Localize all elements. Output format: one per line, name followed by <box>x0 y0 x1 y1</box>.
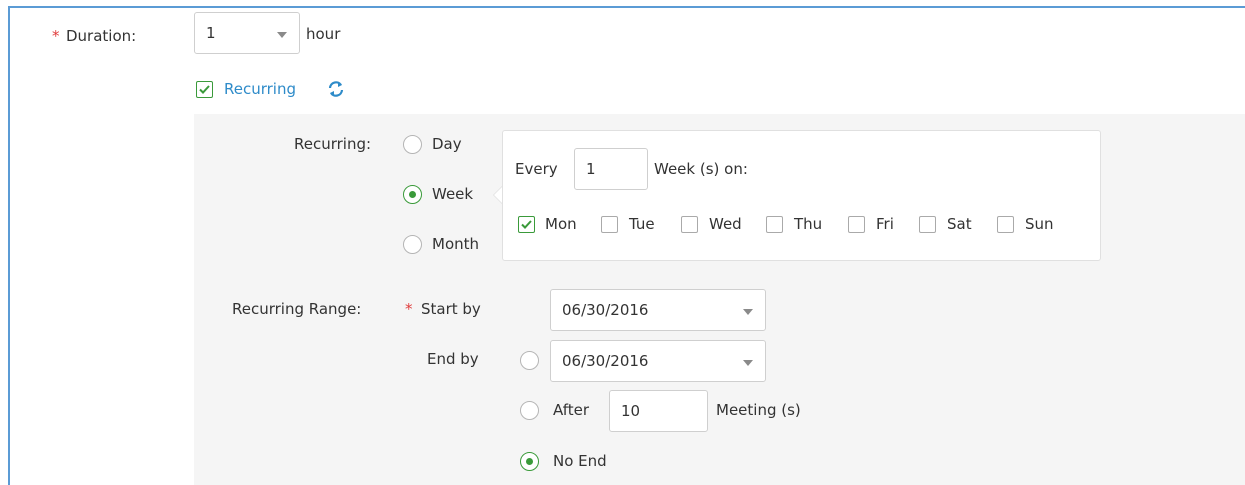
day-checkbox-fri[interactable]: Fri <box>848 214 913 236</box>
chevron-down-icon <box>743 309 753 315</box>
day-label-thu: Thu <box>794 215 823 233</box>
duration-unit: hour <box>306 25 341 43</box>
every-value: 1 <box>586 160 596 178</box>
no-end-label: No End <box>553 452 607 470</box>
radio-end-by[interactable] <box>520 351 539 370</box>
end-by-label: End by <box>427 350 479 368</box>
required-mark: * <box>52 27 60 45</box>
recurring-range-label: Recurring Range: <box>232 300 362 318</box>
day-checkbox-sat[interactable]: Sat <box>919 214 989 236</box>
radio-week[interactable]: Week <box>403 184 493 206</box>
radio-week-button[interactable] <box>403 185 422 204</box>
day-label-wed: Wed <box>709 215 742 233</box>
checkbox-fri[interactable] <box>848 216 865 233</box>
radio-day-label: Day <box>432 135 462 153</box>
after-label: After <box>553 401 590 419</box>
day-checkbox-tue[interactable]: Tue <box>601 214 676 236</box>
end-date-select[interactable]: 06/30/2016 <box>550 340 766 382</box>
recurring-toggle-label: Recurring <box>224 80 296 98</box>
radio-no-end-button[interactable] <box>520 452 539 471</box>
day-checkbox-wed[interactable]: Wed <box>681 214 761 236</box>
start-date-value: 06/30/2016 <box>562 301 649 319</box>
checkbox-thu[interactable] <box>766 216 783 233</box>
checkbox-sun[interactable] <box>997 216 1014 233</box>
refresh-icon[interactable] <box>327 79 345 99</box>
end-date-value: 06/30/2016 <box>562 352 649 370</box>
duration-value: 1 <box>206 24 216 42</box>
day-checkbox-sun[interactable]: Sun <box>997 214 1067 236</box>
meeting-unit-label: Meeting (s) <box>716 401 801 419</box>
radio-month-label: Month <box>432 235 480 253</box>
radio-selected-dot <box>526 458 533 465</box>
popover-arrow-inner <box>494 187 502 203</box>
start-by-label: Start by <box>421 300 481 318</box>
radio-month-button[interactable] <box>403 235 422 254</box>
chevron-down-icon <box>277 32 287 38</box>
radio-day-button[interactable] <box>403 135 422 154</box>
duration-label: Duration: <box>66 27 137 45</box>
day-label-tue: Tue <box>629 215 655 233</box>
checkbox-sat[interactable] <box>919 216 936 233</box>
day-checkbox-thu[interactable]: Thu <box>766 214 841 236</box>
radio-no-end[interactable]: No End <box>520 451 630 473</box>
checkbox-tue[interactable] <box>601 216 618 233</box>
radio-day[interactable]: Day <box>403 134 493 156</box>
recurring-label: Recurring: <box>294 135 372 153</box>
radio-month[interactable]: Month <box>403 234 493 256</box>
checkbox-wed[interactable] <box>681 216 698 233</box>
day-label-mon: Mon <box>545 215 577 233</box>
recurring-checkbox[interactable] <box>196 81 213 98</box>
after-count-value: 10 <box>621 402 641 420</box>
required-mark: * <box>405 300 413 318</box>
day-checkbox-mon[interactable]: Mon <box>518 214 593 236</box>
day-label-sun: Sun <box>1025 215 1054 233</box>
start-date-select[interactable]: 06/30/2016 <box>550 289 766 331</box>
recurring-toggle[interactable]: Recurring <box>196 79 356 101</box>
radio-after[interactable] <box>520 401 539 420</box>
day-label-sat: Sat <box>947 215 972 233</box>
week-unit-label: Week (s) on: <box>654 160 748 178</box>
radio-selected-dot <box>409 191 416 198</box>
radio-week-label: Week <box>432 185 474 203</box>
every-label: Every <box>515 160 558 178</box>
day-label-fri: Fri <box>876 215 894 233</box>
duration-select[interactable]: 1 <box>194 12 300 54</box>
chevron-down-icon <box>743 360 753 366</box>
every-input[interactable]: 1 <box>574 148 648 190</box>
after-count-input[interactable]: 10 <box>609 390 708 432</box>
checkbox-mon[interactable] <box>518 216 535 233</box>
